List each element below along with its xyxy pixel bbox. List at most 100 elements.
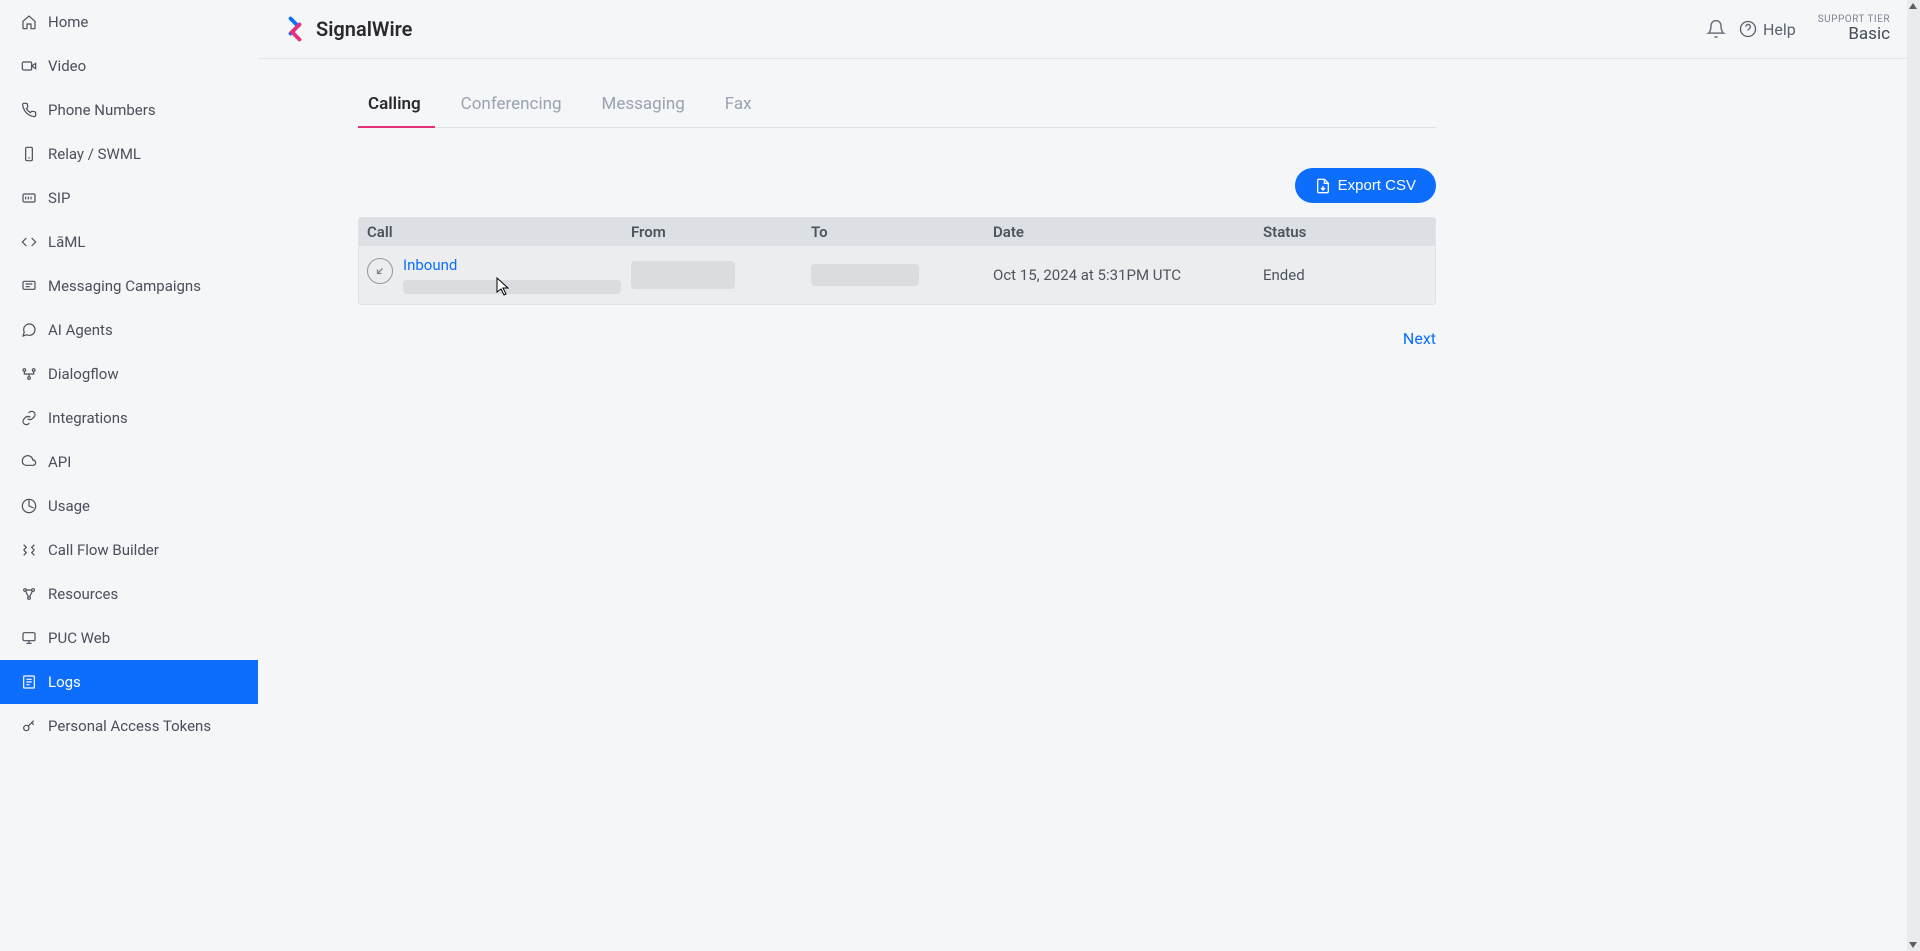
ai-icon bbox=[20, 321, 38, 339]
dialogflow-icon bbox=[20, 365, 38, 383]
sidebar-item-label: Relay / SWML bbox=[48, 145, 141, 163]
redacted-call-id bbox=[403, 280, 621, 294]
tab-calling[interactable]: Calling bbox=[358, 82, 435, 128]
integrations-icon bbox=[20, 409, 38, 427]
sidebar-item-label: Call Flow Builder bbox=[48, 541, 159, 559]
brand-logo[interactable]: SignalWire bbox=[280, 14, 412, 44]
tab-fax[interactable]: Fax bbox=[715, 82, 766, 128]
export-csv-button[interactable]: Export CSV bbox=[1295, 168, 1436, 203]
sidebar: Home Video Phone Numbers Relay / SWML SI bbox=[0, 0, 258, 951]
header: SignalWire Help SUPPORT TIER Basic bbox=[258, 0, 1920, 59]
call-direction-link[interactable]: Inbound bbox=[403, 256, 621, 274]
main-area: SignalWire Help SUPPORT TIER Basic bbox=[258, 0, 1920, 951]
help-icon bbox=[1739, 20, 1757, 38]
messaging-icon bbox=[20, 277, 38, 295]
relay-icon bbox=[20, 145, 38, 163]
export-label: Export CSV bbox=[1338, 177, 1416, 194]
notifications-button[interactable] bbox=[1697, 10, 1735, 48]
tab-messaging[interactable]: Messaging bbox=[592, 82, 699, 128]
resources-icon bbox=[20, 585, 38, 603]
tab-conferencing[interactable]: Conferencing bbox=[451, 82, 576, 128]
sidebar-item-label: Usage bbox=[48, 497, 90, 515]
sidebar-item-puc[interactable]: PUC Web bbox=[0, 616, 258, 660]
sidebar-item-label: Dialogflow bbox=[48, 365, 119, 383]
help-label: Help bbox=[1763, 20, 1796, 39]
scrollbar[interactable] bbox=[1907, 0, 1920, 951]
tabs: Calling Conferencing Messaging Fax bbox=[358, 81, 1436, 128]
support-tier[interactable]: SUPPORT TIER Basic bbox=[1818, 14, 1896, 44]
api-icon bbox=[20, 453, 38, 471]
toolbar: Export CSV bbox=[358, 168, 1436, 203]
bell-icon bbox=[1706, 19, 1726, 39]
home-icon bbox=[20, 13, 38, 31]
sidebar-item-label: Integrations bbox=[48, 409, 128, 427]
col-header-to[interactable]: To bbox=[811, 223, 993, 241]
token-icon bbox=[20, 717, 38, 735]
next-page-link[interactable]: Next bbox=[1403, 329, 1436, 348]
logs-icon bbox=[20, 673, 38, 691]
sidebar-item-label: Home bbox=[48, 13, 88, 31]
col-header-call[interactable]: Call bbox=[359, 223, 631, 241]
sidebar-item-relay[interactable]: Relay / SWML bbox=[0, 132, 258, 176]
sidebar-item-label: Logs bbox=[48, 673, 81, 691]
col-header-from[interactable]: From bbox=[631, 223, 811, 241]
tab-label: Fax bbox=[725, 94, 752, 114]
video-icon bbox=[20, 57, 38, 75]
sidebar-item-messaging-campaigns[interactable]: Messaging Campaigns bbox=[0, 264, 258, 308]
pagination: Next bbox=[358, 329, 1436, 348]
brand-name: SignalWire bbox=[316, 17, 412, 41]
sidebar-item-label: AI Agents bbox=[48, 321, 113, 339]
sidebar-item-integrations[interactable]: Integrations bbox=[0, 396, 258, 440]
col-header-status[interactable]: Status bbox=[1263, 223, 1435, 241]
sidebar-item-video[interactable]: Video bbox=[0, 44, 258, 88]
tab-label: Conferencing bbox=[461, 94, 562, 114]
redacted-from-number bbox=[631, 261, 735, 289]
phone-icon bbox=[20, 101, 38, 119]
scroll-up-arrow-icon[interactable] bbox=[1909, 3, 1917, 9]
sidebar-item-label: Personal Access Tokens bbox=[48, 717, 211, 735]
puc-icon bbox=[20, 629, 38, 647]
laml-icon bbox=[20, 233, 38, 251]
scroll-down-arrow-icon[interactable] bbox=[1909, 942, 1917, 948]
file-export-icon bbox=[1315, 178, 1331, 194]
table-header: Call From To Date Status bbox=[359, 218, 1435, 246]
sidebar-item-label: Messaging Campaigns bbox=[48, 277, 201, 295]
sidebar-item-label: Resources bbox=[48, 585, 118, 603]
sidebar-item-label: LāML bbox=[48, 233, 85, 251]
support-tier-value: Basic bbox=[1818, 25, 1890, 44]
sidebar-item-ai-agents[interactable]: AI Agents bbox=[0, 308, 258, 352]
cell-to bbox=[811, 264, 993, 286]
help-button[interactable]: Help bbox=[1739, 20, 1796, 39]
logs-table: Call From To Date Status Inbound bbox=[358, 217, 1436, 305]
cell-call: Inbound bbox=[359, 246, 631, 304]
inbound-arrow-icon bbox=[367, 258, 393, 284]
sidebar-item-sip[interactable]: SIP bbox=[0, 176, 258, 220]
sidebar-item-label: Phone Numbers bbox=[48, 101, 156, 119]
sidebar-item-call-flow[interactable]: Call Flow Builder bbox=[0, 528, 258, 572]
cell-date: Oct 15, 2024 at 5:31PM UTC bbox=[993, 266, 1263, 284]
content: Calling Conferencing Messaging Fax bbox=[258, 59, 1920, 348]
sidebar-item-dialogflow[interactable]: Dialogflow bbox=[0, 352, 258, 396]
brand-mark-icon bbox=[280, 14, 310, 44]
sidebar-item-laml[interactable]: LāML bbox=[0, 220, 258, 264]
table-row[interactable]: Inbound Oct 15, 2024 at 5:31PM UTC Ended bbox=[359, 246, 1435, 304]
sidebar-item-api[interactable]: API bbox=[0, 440, 258, 484]
col-header-date[interactable]: Date bbox=[993, 223, 1263, 241]
sidebar-item-tokens[interactable]: Personal Access Tokens bbox=[0, 704, 258, 748]
cell-status: Ended bbox=[1263, 266, 1435, 284]
sidebar-item-label: PUC Web bbox=[48, 629, 110, 647]
cell-from bbox=[631, 261, 811, 289]
tab-label: Messaging bbox=[602, 94, 685, 114]
sidebar-item-logs[interactable]: Logs bbox=[0, 660, 258, 704]
sidebar-item-resources[interactable]: Resources bbox=[0, 572, 258, 616]
sidebar-item-label: SIP bbox=[48, 189, 70, 207]
usage-icon bbox=[20, 497, 38, 515]
sidebar-item-usage[interactable]: Usage bbox=[0, 484, 258, 528]
sidebar-item-label: Video bbox=[48, 57, 86, 75]
sidebar-item-phone-numbers[interactable]: Phone Numbers bbox=[0, 88, 258, 132]
sip-icon bbox=[20, 189, 38, 207]
redacted-to-number bbox=[811, 264, 919, 286]
sidebar-item-label: API bbox=[48, 453, 71, 471]
flow-icon bbox=[20, 541, 38, 559]
sidebar-item-home[interactable]: Home bbox=[0, 0, 258, 44]
